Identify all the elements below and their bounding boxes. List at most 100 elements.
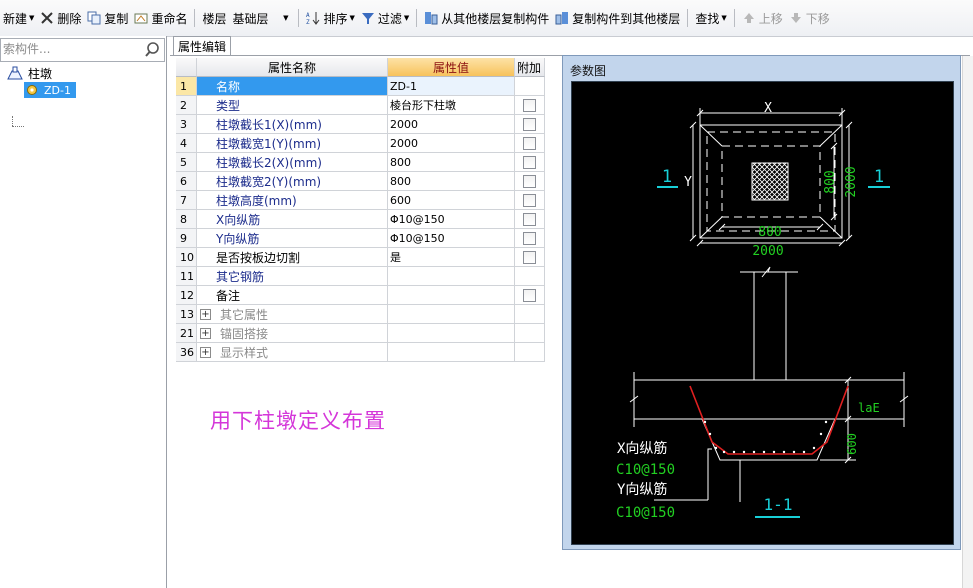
property-value[interactable]: 600: [388, 191, 515, 210]
property-value[interactable]: Φ10@150: [388, 229, 515, 248]
property-name: 其它钢筋: [197, 267, 388, 286]
sort-button[interactable]: AZ 排序 ▼: [303, 6, 357, 30]
extra-cell: [515, 248, 545, 267]
extra-cell: [515, 77, 545, 96]
property-name: 柱墩截宽1(Y)(mm): [197, 134, 388, 153]
property-value[interactable]: 800: [388, 172, 515, 191]
tree-node-label: 柱墩: [28, 66, 53, 81]
extra-cell: [515, 229, 545, 248]
toolbar-separator: [733, 9, 735, 27]
plan-x-label: X: [764, 101, 772, 116]
new-button[interactable]: 新建 ▼: [0, 6, 37, 30]
filter-label: 过滤: [377, 11, 402, 26]
property-value[interactable]: 800: [388, 153, 515, 172]
floor-dropdown[interactable]: 基础层 ▼: [229, 9, 291, 27]
property-row[interactable]: 11 其它钢筋: [176, 267, 545, 286]
property-row[interactable]: 1 名称 ZD-1: [176, 77, 545, 96]
dropdown-arrow-icon: ▼: [403, 14, 410, 22]
filter-button[interactable]: 过滤 ▼: [358, 6, 412, 30]
property-value[interactable]: [388, 343, 515, 362]
search-input[interactable]: [1, 39, 143, 59]
property-value[interactable]: Φ10@150: [388, 210, 515, 229]
extra-checkbox[interactable]: [523, 193, 536, 207]
extra-checkbox[interactable]: [523, 212, 536, 226]
property-row[interactable]: 6 柱墩截宽2(Y)(mm) 800: [176, 172, 545, 191]
toolbar-separator: [298, 9, 300, 27]
search-icon[interactable]: [144, 41, 162, 59]
row-number: 36: [176, 343, 197, 362]
copy-button[interactable]: 复制: [84, 6, 131, 30]
tree-node-label: ZD-1: [44, 83, 71, 97]
property-row[interactable]: 13 + 其它属性: [176, 305, 545, 324]
extra-checkbox[interactable]: [523, 174, 536, 188]
property-value[interactable]: 是: [388, 248, 515, 267]
property-row[interactable]: 3 柱墩截长1(X)(mm) 2000: [176, 115, 545, 134]
grid-header-name[interactable]: 属性名称: [197, 58, 388, 77]
move-down-button[interactable]: 下移: [786, 6, 833, 30]
property-name: Y向纵筋: [197, 229, 388, 248]
tree-connector: [12, 126, 24, 127]
extra-checkbox[interactable]: [523, 117, 536, 131]
property-row[interactable]: 8 X向纵筋 Φ10@150: [176, 210, 545, 229]
property-row[interactable]: 2 类型 棱台形下柱墩: [176, 96, 545, 115]
parameter-diagram: X Y 800 2000 800 2000 1 1 laE 600 X向纵筋 C…: [616, 101, 909, 521]
grid-header-value[interactable]: 属性值: [388, 58, 515, 77]
arrow-down-icon: [789, 11, 803, 25]
extra-checkbox[interactable]: [523, 155, 536, 169]
expand-plus-icon[interactable]: +: [200, 309, 211, 320]
property-value[interactable]: [388, 324, 515, 343]
property-name: 类型: [197, 96, 388, 115]
expand-plus-icon[interactable]: +: [200, 328, 211, 339]
move-up-button[interactable]: 上移: [739, 6, 786, 30]
right-scrollbar[interactable]: [962, 56, 973, 588]
property-value[interactable]: [388, 267, 515, 286]
tab-properties[interactable]: 属性编辑: [173, 36, 232, 56]
find-button[interactable]: 查找 ▼: [692, 6, 729, 30]
property-row[interactable]: 21 + 锚固搭接: [176, 324, 545, 343]
plan-y-label: Y: [684, 175, 692, 190]
section-mark-right: 1: [874, 167, 884, 187]
plan-outer-width: 2000: [752, 244, 783, 259]
property-row[interactable]: 9 Y向纵筋 Φ10@150: [176, 229, 545, 248]
property-row[interactable]: 5 柱墩截长2(X)(mm) 800: [176, 153, 545, 172]
property-name: X向纵筋: [197, 210, 388, 229]
property-value[interactable]: ZD-1: [388, 77, 515, 96]
property-value[interactable]: 2000: [388, 115, 515, 134]
property-row[interactable]: 7 柱墩高度(mm) 600: [176, 191, 545, 210]
property-row[interactable]: 4 柱墩截宽1(Y)(mm) 2000: [176, 134, 545, 153]
property-row[interactable]: 10 是否按板边切割 是: [176, 248, 545, 267]
property-name-text: 类型: [216, 98, 241, 113]
tree-node-zd-1[interactable]: ZD-1: [24, 82, 76, 98]
extra-cell: [515, 134, 545, 153]
copy-from-floor-button[interactable]: 从其他楼层复制构件: [421, 6, 552, 30]
property-name-text: X向纵筋: [216, 212, 261, 227]
property-value[interactable]: 棱台形下柱墩: [388, 96, 515, 115]
floor-selector[interactable]: 楼层 基础层 ▼: [199, 6, 294, 30]
property-row[interactable]: 36 + 显示样式: [176, 343, 545, 362]
extra-cell: [515, 96, 545, 115]
delete-button[interactable]: 删除: [37, 6, 84, 30]
row-number: 2: [176, 96, 197, 115]
property-value[interactable]: 2000: [388, 134, 515, 153]
extra-checkbox[interactable]: [523, 136, 536, 150]
grid-header-extra[interactable]: 附加: [515, 58, 545, 77]
toolbar: 新建 ▼ 删除 复制 重命名 楼层 基础层 ▼ AZ 排序 ▼ 过滤 ▼ 从其他…: [0, 0, 973, 37]
dropdown-arrow-icon: ▼: [349, 14, 355, 22]
property-value[interactable]: [388, 305, 515, 324]
property-value[interactable]: [388, 286, 515, 305]
row-number: 5: [176, 153, 197, 172]
row-number: 7: [176, 191, 197, 210]
rename-button[interactable]: 重命名: [131, 6, 190, 30]
expand-plus-icon[interactable]: +: [200, 347, 211, 358]
component-tree-panel: 柱墩 ZD-1: [0, 36, 167, 588]
property-name: + 锚固搭接: [197, 324, 388, 343]
svg-text:Z: Z: [306, 19, 310, 25]
extra-checkbox[interactable]: [523, 250, 536, 264]
tree-node-zhudun[interactable]: 柱墩: [6, 65, 52, 81]
extra-checkbox[interactable]: [523, 231, 536, 245]
extra-checkbox[interactable]: [523, 98, 536, 112]
copy-to-floor-button[interactable]: 复制构件到其他楼层: [552, 6, 683, 30]
extra-checkbox[interactable]: [523, 288, 536, 302]
property-row[interactable]: 12 备注: [176, 286, 545, 305]
x-rebar-spec: C10@150: [616, 462, 675, 478]
